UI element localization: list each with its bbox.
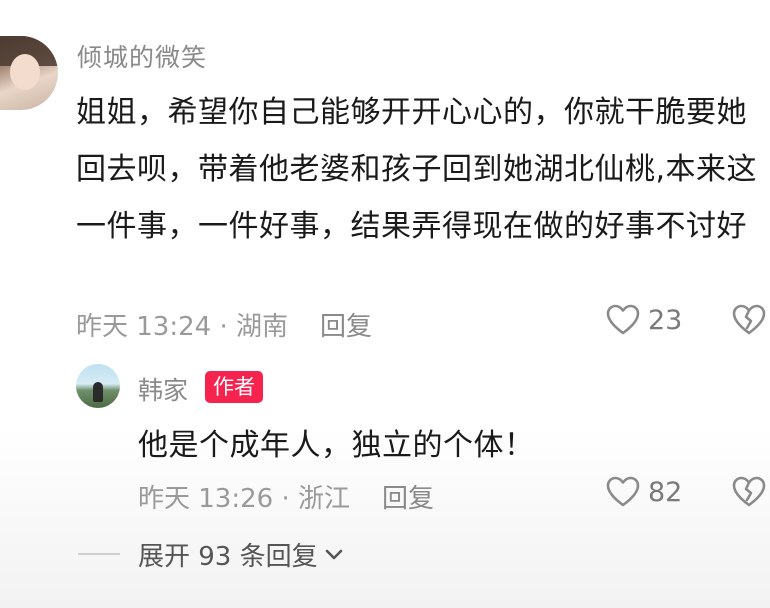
comment-username[interactable]: 倾城的微笑 bbox=[77, 38, 207, 74]
broken-heart-icon bbox=[732, 476, 766, 507]
comment-text: 姐姐，希望你自己能够开开心心的，你就干脆要她回去呗，带着他老婆和孩子回到她湖北仙… bbox=[76, 95, 758, 244]
comment-time-location: 昨天 13:24 · 湖南 bbox=[76, 312, 288, 342]
reply-avatar[interactable] bbox=[76, 364, 120, 408]
like-count: 23 bbox=[648, 304, 683, 336]
comment-thread: 倾城的微笑 姐姐，希望你自己能够开开心心的，你就干脆要她回去呗，带着他老婆和孩子… bbox=[0, 0, 770, 608]
reply-like-count: 82 bbox=[648, 476, 683, 508]
reply-time-location: 昨天 13:26 · 浙江 bbox=[138, 484, 350, 514]
expand-replies-button[interactable]: 展开 93 条回复 bbox=[138, 536, 344, 573]
heart-icon bbox=[606, 304, 640, 335]
like-button[interactable]: 23 bbox=[606, 304, 682, 336]
reply-dislike-button[interactable] bbox=[732, 476, 766, 515]
reply-like-button[interactable]: 82 bbox=[606, 476, 682, 508]
reply-meta: 昨天 13:26 · 浙江 回复 82 bbox=[138, 474, 770, 514]
expand-divider bbox=[78, 553, 120, 555]
chevron-down-icon bbox=[325, 549, 342, 559]
author-badge: 作者 bbox=[205, 371, 263, 403]
comment-meta: 昨天 13:24 · 湖南 回复 23 bbox=[76, 302, 770, 342]
heart-icon bbox=[606, 476, 640, 507]
avatar[interactable] bbox=[0, 36, 58, 110]
reply-reply-button[interactable]: 回复 bbox=[382, 478, 434, 515]
reply-button[interactable]: 回复 bbox=[320, 306, 372, 343]
reply-text: 他是个成年人，独立的个体！ bbox=[138, 428, 535, 463]
reply-username[interactable]: 韩家 bbox=[138, 371, 188, 407]
broken-heart-icon bbox=[732, 304, 766, 335]
avatar-figure bbox=[93, 382, 103, 402]
expand-replies-label: 展开 93 条回复 bbox=[138, 542, 318, 572]
dislike-button[interactable] bbox=[732, 304, 766, 343]
avatar-face bbox=[10, 54, 40, 90]
